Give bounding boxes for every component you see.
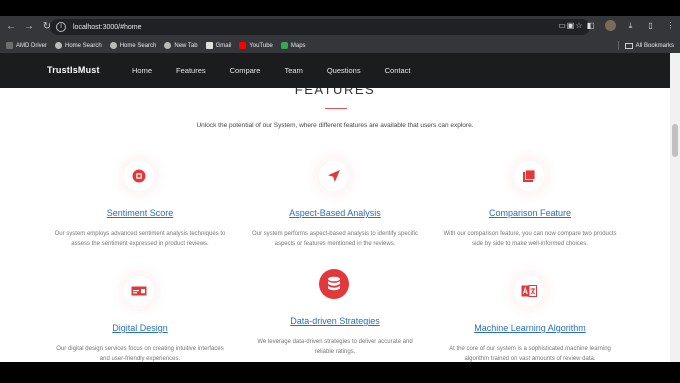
feature-description-line: assess the sentiment expressed in produc… (71, 241, 209, 247)
stop-circle-icon (124, 161, 154, 191)
feature-description-line: With our comparison feature, you can now… (443, 231, 617, 237)
extension-icon[interactable]: ▣ (565, 20, 576, 31)
navigation-arrow-icon (319, 161, 349, 191)
feature-description-line: reliable ratings. (314, 349, 356, 355)
feature-description-line: Our system performs aspect-based analysi… (251, 231, 419, 237)
title-underline (325, 108, 347, 109)
feature-description-line: and user-friendly experiences. (99, 356, 181, 362)
feature-title[interactable]: Sentiment Score (40, 208, 240, 218)
feature-description-line: aspects or features mentioned in the rev… (274, 241, 396, 247)
globe-icon (164, 42, 172, 49)
menu-icon[interactable]: ⋮ (665, 20, 676, 31)
site-info-icon[interactable]: i (56, 22, 66, 32)
site-navbar: TrustIsMust Home Features Compare Team Q… (0, 53, 670, 88)
forward-icon[interactable]: → (22, 20, 36, 34)
translate-icon (514, 276, 544, 306)
feature-description: Our system employs advanced sentiment an… (48, 229, 232, 249)
feature-description-line: We leverage data-driven strategies to de… (257, 339, 413, 345)
profile-avatar[interactable] (605, 20, 616, 31)
feature-description-line: side by side to make well-informed choic… (472, 241, 588, 247)
feature-description-line: Our system employs advanced sentiment an… (54, 231, 226, 237)
feature-description: Our system performs aspect-based analysi… (243, 229, 427, 249)
page-viewport: FEATURES Unlock the potential of our Sys… (0, 53, 680, 362)
bookmarks-divider (617, 41, 619, 50)
bookmark-home-search-2[interactable]: Home Search (109, 42, 156, 49)
feature-description: Our digital design services focus on cre… (48, 344, 232, 362)
folder-icon (624, 42, 633, 49)
nav-home[interactable]: Home (132, 66, 152, 75)
feature-title[interactable]: Digital Design (40, 323, 240, 333)
bookmark-home-search[interactable]: Home Search (55, 42, 102, 49)
database-icon (319, 269, 349, 299)
address-bar[interactable]: i localhost:3000/#home ▭ ☆ (50, 19, 590, 35)
design-card-icon (124, 276, 154, 306)
section-subtitle: Unlock the potential of our System, wher… (196, 122, 474, 129)
feature-description-line: algorithm trained on vast amounts of rev… (464, 356, 596, 362)
nav-contact[interactable]: Contact (385, 66, 411, 75)
youtube-icon (239, 42, 247, 49)
url-text: localhost:3000/#home (73, 23, 142, 31)
all-bookmarks[interactable]: All Bookmarks (617, 41, 674, 50)
bookmark-gmail[interactable]: Gmail (205, 42, 231, 49)
feature-title[interactable]: Aspect-Based Analysis (235, 208, 435, 218)
scrollbar-thumb[interactable] (672, 124, 678, 157)
letterbox-bottom (0, 362, 680, 383)
nav-features[interactable]: Features (176, 66, 206, 75)
side-panel-icon[interactable]: ▯ (645, 20, 656, 31)
bookmark-new-tab[interactable]: New Tab (164, 42, 198, 49)
back-icon[interactable]: ← (4, 20, 18, 34)
feature-title[interactable]: Machine Learning Algorithm (430, 323, 630, 333)
globe-icon (109, 42, 117, 49)
brand-logo[interactable]: TrustIsMust (47, 65, 100, 75)
feature-description-line: Our digital design services focus on cre… (56, 346, 224, 352)
bookmark-youtube[interactable]: YouTube (239, 42, 273, 49)
browser-chrome: ← → ↻ i localhost:3000/#home ▭ ☆ ▣ ◧ ⤓ ▯… (0, 16, 680, 53)
browser-toolbar: ← → ↻ i localhost:3000/#home ▭ ☆ ▣ ◧ ⤓ ▯… (0, 16, 680, 38)
nav-compare[interactable]: Compare (230, 66, 261, 75)
letterbox-top (0, 0, 680, 16)
nav-team[interactable]: Team (284, 66, 302, 75)
nav-questions[interactable]: Questions (327, 66, 361, 75)
bookmarks-bar: AMD Driver Home Search Home Search New T… (0, 38, 680, 53)
nav-links: Home Features Compare Team Questions Con… (132, 66, 434, 75)
bookmark-amd-driver[interactable]: AMD Driver (6, 42, 47, 49)
feature-title[interactable]: Data-driven Strategies (235, 316, 435, 326)
maps-icon (280, 42, 288, 49)
feature-title[interactable]: Comparison Feature (430, 208, 630, 218)
feature-description: We leverage data-driven strategies to de… (243, 337, 427, 357)
feature-description: With our comparison feature, you can now… (438, 229, 622, 249)
download-icon[interactable]: ⤓ (625, 20, 636, 31)
feature-description-line: At the core of our system is a sophistic… (449, 346, 611, 352)
amd-icon (6, 42, 13, 49)
copy-squares-icon (514, 161, 544, 191)
feature-description: At the core of our system is a sophistic… (438, 344, 622, 362)
puzzle-icon[interactable]: ◧ (585, 20, 596, 31)
globe-icon (55, 42, 62, 49)
bookmark-maps[interactable]: Maps (280, 42, 306, 49)
page-scrollbar[interactable] (670, 53, 680, 362)
gmail-icon (205, 42, 213, 49)
